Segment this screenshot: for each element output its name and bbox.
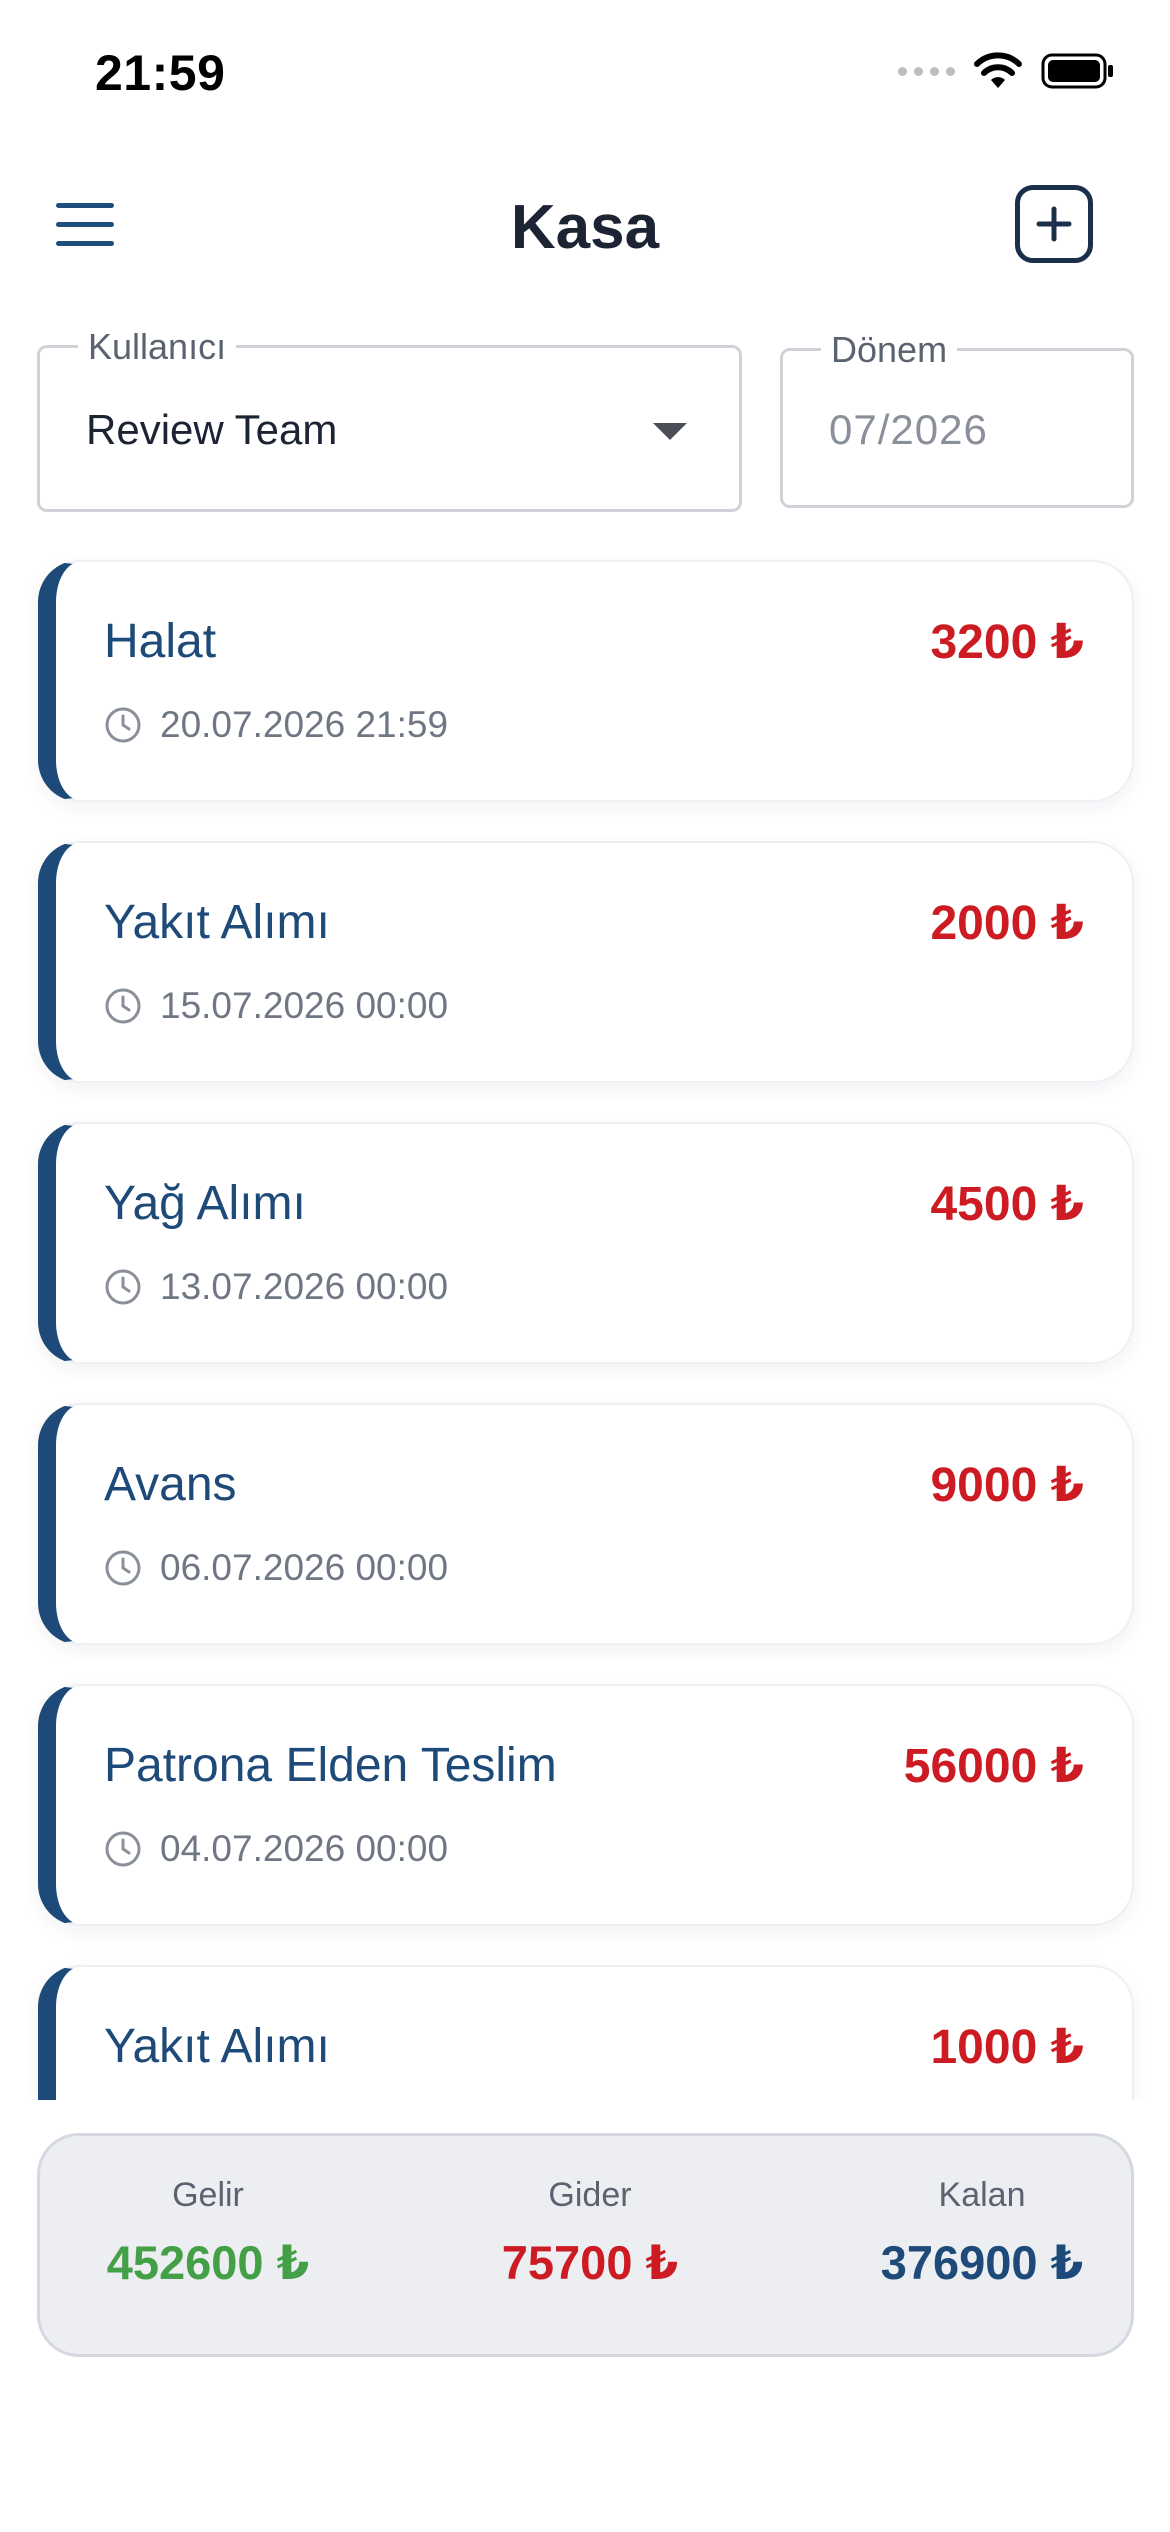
expense-value: 75700 ₺ (501, 2236, 679, 2289)
battery-icon (1041, 53, 1113, 89)
transaction-title: Yakıt Alımı (104, 2020, 330, 2073)
transaction-date-row: 15.07.2026 00:00 (104, 985, 448, 1027)
clock-icon (105, 988, 141, 1024)
dropdown-arrow-icon (653, 423, 687, 440)
transaction-card[interactable]: Yakıt Alımı 2000 ₺ 15.07.2026 00:00 (38, 841, 1134, 1083)
transaction-title: Yağ Alımı (104, 1177, 306, 1230)
transaction-date-row: 13.07.2026 00:00 (104, 1266, 448, 1308)
transaction-date-row: 06.07.2026 00:00 (104, 1547, 448, 1589)
transaction-card[interactable]: Yakıt Alımı 1000 ₺ (38, 1965, 1134, 2100)
transaction-amount: 1000 ₺ (930, 2021, 1084, 2074)
page-title: Kasa (510, 193, 660, 262)
income-summary: Gelir 452600 ₺ (88, 2176, 328, 2291)
transaction-date: 15.07.2026 00:00 (160, 985, 449, 1026)
transaction-card[interactable]: Patrona Elden Teslim 56000 ₺ 04.07.2026 … (38, 1684, 1134, 1926)
transaction-date: 06.07.2026 00:00 (160, 1547, 449, 1588)
transaction-amount: 2000 ₺ (930, 897, 1084, 950)
summary-panel: Gelir 452600 ₺ Gider 75700 ₺ Kalan 37690… (37, 2133, 1134, 2357)
transaction-date: 04.07.2026 00:00 (160, 1828, 449, 1869)
expense-label: Gider (548, 2176, 632, 2214)
transaction-card[interactable]: Avans 9000 ₺ 06.07.2026 00:00 (38, 1403, 1134, 1645)
transaction-amount: 9000 ₺ (930, 1459, 1084, 1512)
transaction-date-row: 20.07.2026 21:59 (104, 704, 448, 746)
balance-label: Kalan (938, 2176, 1026, 2214)
user-select-label: Kullanıcı (78, 326, 237, 368)
expense-summary: Gider 75700 ₺ (470, 2176, 710, 2291)
user-select-value: Review Team (86, 406, 338, 453)
add-icon (1036, 206, 1072, 242)
transaction-title: Halat (104, 615, 217, 668)
transaction-amount: 3200 ₺ (930, 616, 1084, 669)
income-label: Gelir (172, 2176, 244, 2214)
status-time: 21:59 (95, 45, 226, 101)
period-field[interactable]: Dönem 07/2026 (780, 329, 1134, 508)
wifi-icon (974, 52, 1022, 88)
clock-icon (105, 707, 141, 743)
status-icons (898, 52, 1115, 90)
transaction-card[interactable]: Halat 3200 ₺ 20.07.2026 21:59 (38, 560, 1134, 802)
transaction-date: 20.07.2026 21:59 (160, 704, 449, 745)
transaction-amount: 56000 ₺ (903, 1740, 1084, 1793)
transaction-title: Patrona Elden Teslim (104, 1739, 557, 1792)
signal-icon (898, 66, 955, 76)
balance-summary: Kalan 376900 ₺ (862, 2176, 1102, 2291)
income-value: 452600 ₺ (106, 2236, 310, 2289)
transaction-title: Avans (104, 1458, 237, 1511)
period-field-placeholder: 07/2026 (829, 406, 988, 453)
clock-icon (105, 1269, 141, 1305)
app-header: Kasa (0, 170, 1170, 280)
add-button[interactable] (1015, 185, 1093, 263)
user-select[interactable]: Kullanıcı Review Team (37, 326, 742, 512)
clock-icon (105, 1831, 141, 1867)
transaction-title: Yakıt Alımı (104, 896, 330, 949)
transaction-list[interactable]: Halat 3200 ₺ 20.07.2026 21:59 Yakıt Alım… (0, 545, 1170, 2100)
transaction-card[interactable]: Yağ Alımı 4500 ₺ 13.07.2026 00:00 (38, 1122, 1134, 1364)
clock-icon (105, 1550, 141, 1586)
transaction-amount: 4500 ₺ (930, 1178, 1084, 1231)
status-bar: 21:59 (0, 0, 1170, 150)
balance-value: 376900 ₺ (880, 2236, 1084, 2289)
transaction-date: 13.07.2026 00:00 (160, 1266, 449, 1307)
transaction-date-row: 04.07.2026 00:00 (104, 1828, 448, 1870)
period-field-label: Dönem (821, 329, 958, 371)
